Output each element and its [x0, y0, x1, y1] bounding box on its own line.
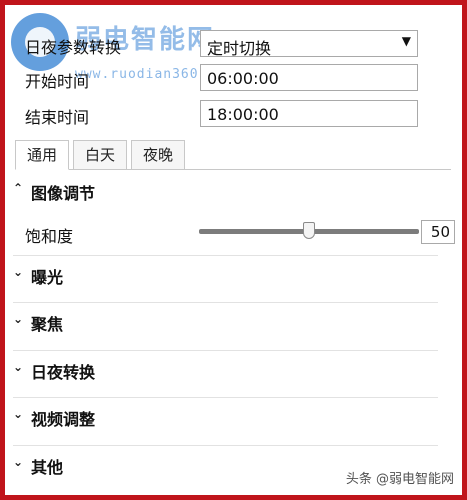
- section-video-adjust[interactable]: ⌄ 视频调整: [5, 403, 462, 433]
- settings-panel: 弱电智能网 www.ruodian360.com 日夜参数转换 定时切换 ▼ 开…: [5, 5, 462, 495]
- chevron-down-icon: ⌄: [13, 455, 24, 469]
- mode-row: 日夜参数转换 定时切换 ▼: [5, 30, 462, 58]
- saturation-value-input[interactable]: 50: [421, 220, 455, 244]
- chevron-down-icon: ⌄: [13, 312, 24, 326]
- divider: [13, 445, 438, 446]
- divider: [13, 302, 438, 303]
- section-video-adjust-title: 视频调整: [31, 410, 96, 429]
- end-time-value: 18:00:00: [207, 105, 279, 124]
- footer-watermark: 头条 @弱电智能网: [345, 472, 454, 487]
- section-exposure[interactable]: ⌄ 曝光: [5, 261, 462, 291]
- tab-night[interactable]: 夜晚: [131, 140, 185, 170]
- tab-general[interactable]: 通用: [15, 140, 69, 170]
- saturation-label: 饱和度: [25, 227, 74, 246]
- end-label: 结束时间: [25, 108, 90, 127]
- section-image-adjust-title: 图像调节: [31, 184, 96, 203]
- section-focus[interactable]: ⌄ 聚焦: [5, 308, 462, 338]
- end-time-input[interactable]: 18:00:00: [200, 100, 418, 127]
- chevron-up-icon: ⌃: [13, 181, 24, 195]
- section-day-night-title: 日夜转换: [31, 363, 96, 382]
- start-time-input[interactable]: 06:00:00: [200, 64, 418, 91]
- section-exposure-title: 曝光: [31, 268, 64, 287]
- mode-label: 日夜参数转换: [25, 38, 122, 57]
- end-row: 结束时间 18:00:00: [5, 100, 462, 128]
- chevron-down-icon: ⌄: [13, 407, 24, 421]
- tab-day[interactable]: 白天: [73, 140, 127, 170]
- section-day-night[interactable]: ⌄ 日夜转换: [5, 356, 462, 386]
- saturation-slider-handle[interactable]: [303, 222, 315, 239]
- divider: [13, 255, 438, 256]
- divider: [13, 350, 438, 351]
- mode-select[interactable]: 定时切换 ▼: [200, 30, 418, 58]
- triangle-down-icon: ▼: [401, 34, 411, 48]
- section-focus-title: 聚焦: [31, 315, 64, 334]
- section-image-adjust[interactable]: ⌃ 图像调节: [5, 177, 462, 207]
- start-time-value: 06:00:00: [207, 69, 279, 88]
- start-row: 开始时间 06:00:00: [5, 64, 462, 92]
- chevron-down-icon: ⌄: [13, 360, 24, 374]
- divider: [13, 397, 438, 398]
- start-label: 开始时间: [25, 72, 90, 91]
- mode-value: 定时切换: [207, 39, 272, 58]
- section-other-title: 其他: [31, 458, 64, 477]
- chevron-down-icon: ⌄: [13, 265, 24, 279]
